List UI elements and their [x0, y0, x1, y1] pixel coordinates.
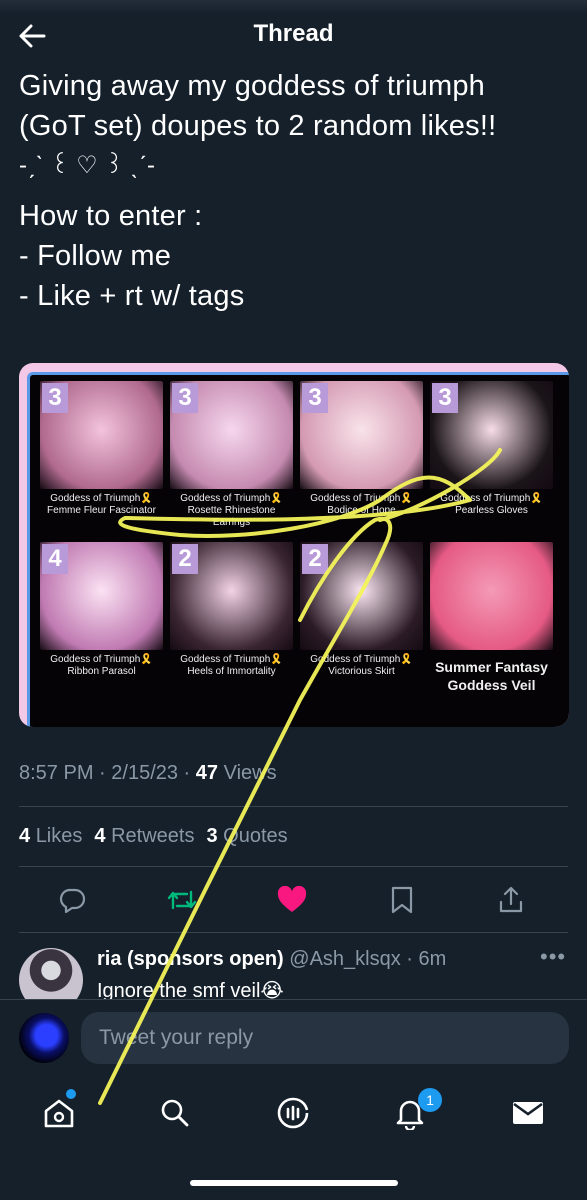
- divider: [19, 866, 568, 867]
- tweet-line: (GoT set) doupes to 2 random likes!!: [19, 110, 497, 142]
- item-card: 3 Goddess of Triumph🎗️Rosette Rhinestone …: [170, 381, 293, 536]
- item-caption: Goddess of Triumph🎗️Rosette Rhinestone E…: [180, 493, 283, 528]
- search-icon: [161, 1099, 189, 1127]
- quantity-badge: 2: [172, 544, 198, 574]
- item-card: Summer Fantasy Goddess Veil: [430, 542, 553, 697]
- tweet-text: Giving away my goddess of triumph (GoT s…: [19, 66, 569, 316]
- tab-spaces[interactable]: [271, 1091, 315, 1135]
- item-caption: Goddess of Triumph🎗️Femme Fleur Fascinat…: [47, 493, 156, 516]
- item-card: 2 Goddess of Triumph🎗️Victorious Skirt: [300, 542, 423, 697]
- views-label: Views: [223, 762, 277, 784]
- item-grid: 3 Goddess of Triumph🎗️Femme Fleur Fascina…: [40, 381, 560, 697]
- share-icon: [499, 886, 523, 913]
- tweet-line: - Follow me: [19, 240, 172, 272]
- item-caption: Summer Fantasy Goddess Veil: [435, 659, 548, 693]
- quotes-stat[interactable]: 3 Quotes: [206, 825, 287, 848]
- tweet-meta: 8:57 PM · 2/15/23 · 47 Views: [19, 762, 277, 784]
- item-caption: Goddess of Triumph🎗️Pearless Gloves: [440, 493, 543, 516]
- quantity-badge: 3: [302, 383, 328, 413]
- home-indicator: [190, 1180, 398, 1186]
- mail-icon: [513, 1102, 543, 1124]
- tweet-line: How to enter :: [19, 200, 203, 232]
- tweet-stats: 4 Likes 4 Retweets 3 Quotes: [19, 825, 288, 848]
- home-icon: [44, 1099, 74, 1128]
- bookmark-button[interactable]: [382, 880, 422, 920]
- reply-author: ria (sponsors open) @Ash_klsqx · 6m: [97, 948, 447, 970]
- reply-tweet[interactable]: ria (sponsors open) @Ash_klsqx · 6m Igno…: [0, 940, 587, 1012]
- item-grid-panel: 3 Goddess of Triumph🎗️Femme Fleur Fascina…: [27, 372, 569, 727]
- thread-header: Thread: [0, 14, 587, 58]
- quantity-badge: 3: [432, 383, 458, 413]
- retweet-icon: [167, 890, 197, 910]
- tab-messages[interactable]: [506, 1091, 550, 1135]
- unread-dot: [66, 1089, 76, 1099]
- share-button[interactable]: [491, 880, 531, 920]
- handle: @Ash_klsqx: [289, 948, 401, 970]
- item-card: 3 Goddess of Triumph🎗️Femme Fleur Fascina…: [40, 381, 163, 536]
- item-caption: Goddess of Triumph🎗️Bodice of Hope: [310, 493, 413, 516]
- tweet-line: Giving away my goddess of triumph: [19, 70, 485, 102]
- item-card: 4 Goddess of Triumph🎗️Ribbon Parasol: [40, 542, 163, 697]
- tweet-line: -ˏˋ ꒰ ♡ ꒱ ˎˊ-: [19, 152, 156, 179]
- tweet-line: - Like + rt w/ tags: [19, 280, 245, 312]
- item-card: 2 Goddess of Triumph🎗️Heels of Immortalit…: [170, 542, 293, 697]
- tweet-time: 8:57 PM: [19, 762, 94, 784]
- item-thumbnail: [430, 542, 553, 650]
- divider: [19, 806, 568, 807]
- spaces-icon: [277, 1097, 309, 1129]
- likes-stat[interactable]: 4 Likes: [19, 825, 82, 848]
- retweet-button[interactable]: [162, 880, 202, 920]
- divider: [19, 932, 568, 933]
- tweet-date: 2/15/23: [111, 762, 178, 784]
- reply-input[interactable]: Tweet your reply: [81, 1012, 569, 1064]
- display-name[interactable]: ria (sponsors open): [97, 948, 284, 970]
- avatar[interactable]: [19, 1013, 69, 1063]
- retweets-stat[interactable]: 4 Retweets: [94, 825, 194, 848]
- more-icon[interactable]: •••: [540, 944, 566, 970]
- quantity-badge: 3: [172, 383, 198, 413]
- bookmark-icon: [391, 886, 413, 914]
- item-card: 3 Goddess of Triumph🎗️Bodice of Hope: [300, 381, 423, 536]
- comment-icon: [59, 888, 86, 914]
- item-caption: Goddess of Triumph🎗️Ribbon Parasol: [50, 654, 153, 677]
- heart-icon: [277, 886, 307, 912]
- reply-placeholder: Tweet your reply: [99, 1026, 254, 1049]
- views-count[interactable]: 47: [196, 762, 218, 784]
- status-bar-fade: [0, 0, 587, 14]
- tab-search[interactable]: [153, 1091, 197, 1135]
- page-title: Thread: [253, 20, 334, 47]
- item-caption: Goddess of Triumph🎗️Victorious Skirt: [310, 654, 413, 677]
- notification-badge: 1: [418, 1088, 442, 1112]
- reply-composer: Tweet your reply: [0, 999, 587, 1077]
- like-button[interactable]: [272, 880, 312, 920]
- quantity-badge: 3: [42, 383, 68, 413]
- item-card: 3 Goddess of Triumph🎗️Pearless Gloves: [430, 381, 553, 536]
- tweet-actions: [0, 880, 587, 920]
- quantity-badge: 2: [302, 544, 328, 574]
- tweet-image[interactable]: 3 Goddess of Triumph🎗️Femme Fleur Fascina…: [19, 363, 569, 727]
- item-caption: Goddess of Triumph🎗️Heels of Immortality: [180, 654, 283, 677]
- reply-button[interactable]: [52, 880, 92, 920]
- quantity-badge: 4: [42, 544, 68, 574]
- reply-time: 6m: [418, 948, 447, 970]
